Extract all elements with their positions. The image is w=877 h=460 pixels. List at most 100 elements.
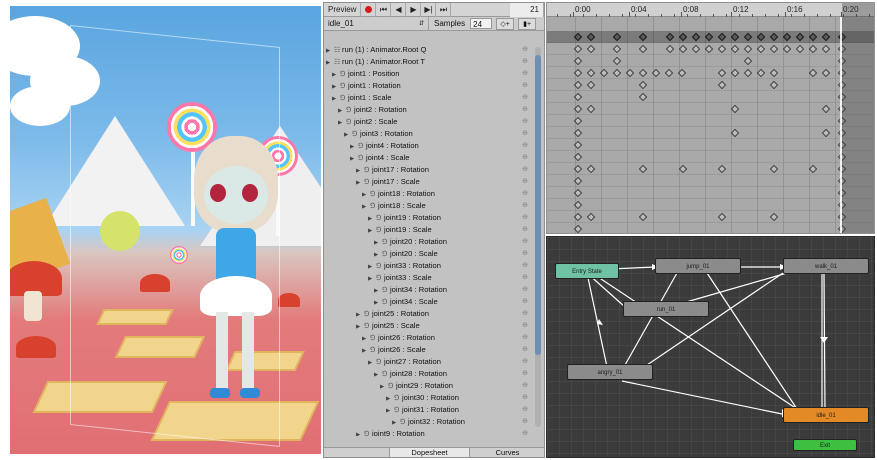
keyframe[interactable] xyxy=(665,44,675,54)
keyframe[interactable] xyxy=(769,212,779,222)
property-row[interactable]: ▶ ⅁ joint19 : Scale ⊖ xyxy=(324,224,534,236)
transition-line[interactable] xyxy=(646,272,784,366)
property-options-icon[interactable]: ⊖ xyxy=(522,152,528,164)
exit-node[interactable]: Exit xyxy=(793,439,857,451)
keyframe[interactable] xyxy=(664,68,674,78)
property-options-icon[interactable]: ⊖ xyxy=(522,392,528,404)
keyframe[interactable] xyxy=(717,212,727,222)
property-options-icon[interactable]: ⊖ xyxy=(522,368,528,380)
keyframe[interactable] xyxy=(782,44,792,54)
property-options-icon[interactable]: ⊖ xyxy=(522,176,528,188)
tab-dopesheet[interactable]: Dopesheet xyxy=(390,448,470,457)
property-row[interactable]: ▶ ⅁ joint33 : Rotation ⊖ xyxy=(324,260,534,272)
time-ruler[interactable]: 0:00 0:04 0:08 0:12 0:16 0:20 xyxy=(547,3,874,17)
property-options-icon[interactable]: ⊖ xyxy=(522,56,528,68)
keyframe[interactable] xyxy=(612,56,622,66)
property-row[interactable]: ▶ ⅁ joint33 : Scale ⊖ xyxy=(324,272,534,284)
add-event-button[interactable]: ▮+ xyxy=(518,17,537,30)
keyframe[interactable] xyxy=(769,164,779,174)
property-row[interactable]: ▶ ⅁ joint2 : Scale ⊖ xyxy=(324,116,534,128)
next-key-button[interactable]: ▶| xyxy=(421,3,437,17)
keyframe[interactable] xyxy=(638,80,648,90)
property-options-icon[interactable]: ⊖ xyxy=(522,140,528,152)
property-row[interactable]: ▶ ⅁ joint1 : Rotation ⊖ xyxy=(324,80,534,92)
property-options-icon[interactable]: ⊖ xyxy=(522,44,528,56)
property-options-icon[interactable]: ⊖ xyxy=(522,212,528,224)
property-row[interactable]: ▶ ⅁ joint17 : Rotation ⊖ xyxy=(324,164,534,176)
keyframe[interactable] xyxy=(743,56,753,66)
keyframe[interactable] xyxy=(717,80,727,90)
keyframe[interactable] xyxy=(717,44,727,54)
property-row[interactable]: ▶ ⅁ joint18 : Rotation ⊖ xyxy=(324,188,534,200)
property-options-icon[interactable]: ⊖ xyxy=(522,260,528,272)
keyframe[interactable] xyxy=(821,44,831,54)
property-row[interactable]: ▶ ⅁ joint32 : Rotation ⊖ xyxy=(324,416,534,428)
transition-line[interactable] xyxy=(624,272,678,366)
property-options-icon[interactable]: ⊖ xyxy=(522,308,528,320)
keyframe[interactable] xyxy=(717,164,727,174)
property-options-icon[interactable]: ⊖ xyxy=(522,80,528,92)
property-row[interactable]: ▶ ⅁ joint1 : Scale ⊖ xyxy=(324,92,534,104)
keyframe[interactable] xyxy=(691,44,701,54)
property-options-icon[interactable]: ⊖ xyxy=(522,428,528,436)
keyframe[interactable] xyxy=(743,44,753,54)
property-options-icon[interactable]: ⊖ xyxy=(522,356,528,368)
keyframe[interactable] xyxy=(808,44,818,54)
state-node-angry[interactable]: angry_01 xyxy=(567,364,653,380)
property-row[interactable]: ▶ ⅁ joint9 : Rotation ⊖ xyxy=(324,428,534,436)
property-row[interactable]: ▶ ⅁ joint4 : Scale ⊖ xyxy=(324,152,534,164)
keyframe[interactable] xyxy=(586,104,596,114)
property-row[interactable]: ▶ ⅁ joint2 : Rotation ⊖ xyxy=(324,104,534,116)
property-row[interactable]: ▶ ⅁ joint27 : Rotation ⊖ xyxy=(324,356,534,368)
property-row[interactable]: ▶ ⅁ joint19 : Rotation ⊖ xyxy=(324,212,534,224)
keyframe[interactable] xyxy=(717,68,727,78)
keyframe[interactable] xyxy=(586,44,596,54)
property-row[interactable]: ▶ ⅁ joint1 : Position ⊖ xyxy=(324,68,534,80)
keyframe[interactable] xyxy=(704,44,714,54)
property-row[interactable]: ▶ ⅁ joint3 : Rotation ⊖ xyxy=(324,128,534,140)
expand-triangle-icon[interactable]: ▶ xyxy=(356,429,364,436)
property-options-icon[interactable]: ⊖ xyxy=(522,68,528,80)
keyframe[interactable] xyxy=(612,44,622,54)
preview-button[interactable]: Preview xyxy=(324,3,362,17)
property-row[interactable]: ▶ ⅁ joint26 : Rotation ⊖ xyxy=(324,332,534,344)
property-options-icon[interactable]: ⊖ xyxy=(522,272,528,284)
first-key-button[interactable]: ⏮ xyxy=(376,3,392,17)
property-options-icon[interactable]: ⊖ xyxy=(522,200,528,212)
keyframe[interactable] xyxy=(795,44,805,54)
property-options-icon[interactable]: ⊖ xyxy=(522,296,528,308)
keyframe[interactable] xyxy=(769,80,779,90)
property-options-icon[interactable]: ⊖ xyxy=(522,236,528,248)
keyframe[interactable] xyxy=(769,68,779,78)
state-node-run[interactable]: run_01 xyxy=(623,301,709,317)
keyframe[interactable] xyxy=(586,68,596,78)
play-button[interactable]: ▶ xyxy=(406,3,422,17)
keyframe[interactable] xyxy=(678,164,688,174)
transition-line[interactable] xyxy=(586,272,608,368)
keyframe[interactable] xyxy=(808,164,818,174)
property-row[interactable]: ▶ ⅁ joint26 : Scale ⊖ xyxy=(324,344,534,356)
property-options-icon[interactable]: ⊖ xyxy=(522,416,528,428)
keyframe[interactable] xyxy=(821,68,831,78)
property-scrollbar[interactable] xyxy=(535,47,541,427)
keyframe[interactable] xyxy=(586,164,596,174)
property-row[interactable]: ▶ ⅁ joint18 : Scale ⊖ xyxy=(324,200,534,212)
last-key-button[interactable]: ⏭ xyxy=(436,3,452,17)
keyframe[interactable] xyxy=(586,212,596,222)
dopesheet-timeline[interactable]: 0:00 0:04 0:08 0:12 0:16 0:20 xyxy=(546,2,875,234)
keyframe[interactable] xyxy=(730,128,740,138)
property-row[interactable]: ▶ ⅁ joint30 : Rotation ⊖ xyxy=(324,392,534,404)
keyframe[interactable] xyxy=(730,44,740,54)
property-options-icon[interactable]: ⊖ xyxy=(522,92,528,104)
entry-state-node[interactable]: Entry State xyxy=(555,263,619,279)
prev-key-button[interactable]: ◀ xyxy=(391,3,407,17)
keyframe[interactable] xyxy=(638,68,648,78)
samples-field[interactable]: 24 xyxy=(470,18,493,29)
property-options-icon[interactable]: ⊖ xyxy=(522,404,528,416)
keyframe[interactable] xyxy=(586,80,596,90)
property-row[interactable]: ▶ ⅁ joint28 : Rotation ⊖ xyxy=(324,368,534,380)
clip-dropdown[interactable]: idle_01 ⇵ xyxy=(324,16,429,31)
property-row[interactable]: ▶ ⅁ joint29 : Rotation ⊖ xyxy=(324,380,534,392)
property-options-icon[interactable]: ⊖ xyxy=(522,248,528,260)
keyframe[interactable] xyxy=(821,104,831,114)
